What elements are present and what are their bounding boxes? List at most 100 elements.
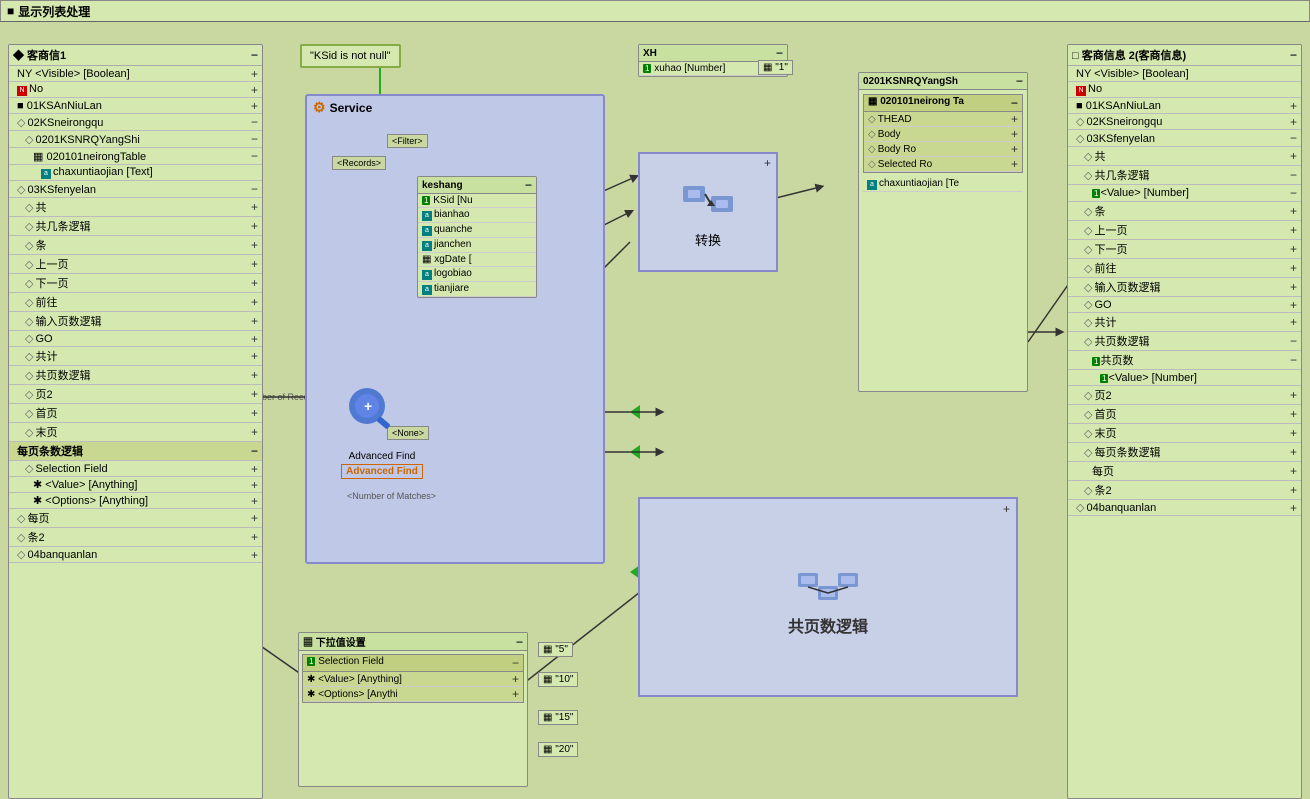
left-item-meiye: ◇每页 + [9,509,262,528]
shared-logic-icon [793,558,863,613]
keshang-jianchen: ajianchen [418,238,536,253]
r-03: ◇03KSfenyelan − [1068,130,1301,147]
selection-field-sub: 1 Selection Field − ✱ <Value> [Anything]… [302,654,524,703]
left-item-no: NNo + [9,82,262,98]
dropdown-header: ▦ 下拉值设置 − [299,633,527,651]
records-tag: <Records> [332,156,386,170]
main-title: 显示列表处理 [18,3,90,20]
left-item-shouye: ◇首页 + [9,404,262,423]
left-item-03: ◇03KSfenyelan − [9,181,262,198]
r-gong: ◇共 + [1068,147,1301,166]
r-visible: NY <Visible> [Boolean] [1068,66,1301,82]
left-item-chaxun: achaxuntiaojian [Text] [9,165,262,181]
left-panel: ◆ 客商信1 − NY <Visible> [Boolean] + NNo + … [8,44,263,799]
keshang-node: keshang − 1 KSid [Nu abianhao aquanche a… [417,176,537,298]
magnifier-svg: + [342,381,402,441]
bodyro-row: ◇Body Ro + [864,142,1022,157]
left-item-qianwang: ◇前往 + [9,293,262,312]
left-item-04: ◇04banquanlan + [9,547,262,563]
r-red-icon: N [1076,86,1086,96]
left-item-options: ✱ <Options> [Anything] + [9,493,262,509]
transform-plus[interactable]: + [764,157,771,169]
left-item-gong: ◇共 + [9,198,262,217]
sf-options-row: ✱ <Options> [Anythi + [303,687,523,702]
left-item-tiao2: ◇条2 + [9,528,262,547]
keshang-header: keshang − [418,177,536,194]
r-no: NNo [1068,82,1301,98]
selection-field-sub-header: 1 Selection Field − [303,655,523,672]
advanced-find-icon: + [337,376,407,446]
val-10: ▦ "10" [538,672,578,687]
r-gongshu-logic: ◇共页数逻辑 − [1068,332,1301,351]
right-panel: □ 客商信息 2(客商信息) − NY <Visible> [Boolean] … [1067,44,1302,799]
r-tiao2: ◇条2 + [1068,481,1301,500]
canvas: Number of Records ◆ 客商信1 − NY <Visible> … [0,22,1310,790]
left-item-gongshu: ◇共页数逻辑 + [9,366,262,385]
shared-logic-inner: 共页数逻辑 [788,558,868,637]
af-badge: Advanced Find [341,464,423,479]
condition-node: "KSid is not null" [300,44,401,68]
service-header: ⚙ Service [307,96,603,119]
r-meiye: 每页 + [1068,462,1301,481]
dropdown-panel: ▦ 下拉值设置 − 1 Selection Field − ✱ <Value> … [298,632,528,787]
r-go: ◇GO + [1068,297,1301,313]
advanced-find-text: Advanced Find Advanced Find [332,451,432,479]
left-item-tiao: ◇条 + [9,236,262,255]
shared-logic-label: 共页数逻辑 [788,613,868,637]
keshang-quanche: aquanche [418,223,536,238]
sub-panel-header: ▦ 020101neirong Ta − [864,95,1022,112]
svg-text:+: + [364,398,372,414]
sub-panel-020101: ▦ 020101neirong Ta − ◇THEAD + ◇Body + ◇B… [863,94,1023,173]
left-panel-collapse[interactable]: − [251,48,258,62]
left-item-ye2: ◇页2 + [9,385,262,404]
panel-0201: 0201KSNRQYangSh − ▦ 020101neirong Ta − ◇… [858,72,1028,392]
service-label: Service [330,101,373,115]
xh-value-node: ▦ "1" [758,60,793,75]
r-meiye-logic: ◇每页条数逻辑 + [1068,443,1301,462]
left-item-020101: ▦ 020101neirongTable − [9,148,262,165]
panel-0201-header: 0201KSNRQYangSh − [859,73,1027,90]
left-item-0201: ◇0201KSNRQYangShi − [9,131,262,148]
r-tiao: ◇条 + [1068,202,1301,221]
keshang-xgdate: ▦ xgDate [ [418,253,536,267]
r-value-number: 1<Value> [Number] − [1068,185,1301,202]
left-panel-title: ◆ 客商信1 − [9,45,262,66]
left-item-gongji: ◇共计 + [9,347,262,366]
val-5: ▦ "5" [538,642,573,657]
service-icon: ⚙ [313,99,326,116]
left-item-gongjitiao: ◇共几条逻辑 + [9,217,262,236]
title-icon: ■ [7,4,14,18]
condition-label: "KSid is not null" [310,50,391,62]
keshang-bianhao: abianhao [418,208,536,223]
r-gongshu: 1共页数 − [1068,351,1301,370]
r-gongjitiao: ◇共几条逻辑 − [1068,166,1301,185]
red-icon: N [17,86,27,96]
chaxun-row: achaxuntiaojian [Te [863,177,1023,192]
r-02: ◇02KSneirongqu + [1068,114,1301,130]
selectedro-row: ◇Selected Ro + [864,157,1022,172]
r-moye: ◇末页 + [1068,424,1301,443]
filter-tag: <Filter> [387,134,428,148]
body-row: ◇Body + [864,127,1022,142]
left-item-02: ◇02KSneirongqu − [9,114,262,131]
keshang-logobiao: alogobiao [418,267,536,282]
right-panel-title: □ 客商信息 2(客商信息) − [1068,45,1301,66]
left-item-moye: ◇末页 + [9,423,262,442]
left-item-01: ■ 01KSAnNiuLan + [9,98,262,114]
transform-label: 转换 [695,230,721,249]
shared-logic-plus[interactable]: + [1003,503,1010,515]
val-15: ▦ "15" [538,710,578,725]
left-item-meiye-section: 每页条数逻辑 − [9,442,262,461]
left-panel-title-text: ◆ 客商信1 [13,47,66,63]
matches-tag: <Number of Matches> [347,491,436,501]
left-item-value: ✱ <Value> [Anything] + [9,477,262,493]
r-01: ■ 01KSAnNiuLan + [1068,98,1301,114]
service-panel: ⚙ Service <Filter> <Records> keshang − 1… [305,94,605,564]
r-xiayiye: ◇下一页 + [1068,240,1301,259]
keshang-ksid: 1 KSid [Nu [418,194,536,208]
right-panel-collapse[interactable]: − [1290,48,1297,62]
teal-icon: a [41,169,51,179]
keshang-tianjia: atianjiare [418,282,536,297]
left-item-xiayiye: ◇下一页 + [9,274,262,293]
r-gongji: ◇共计 + [1068,313,1301,332]
